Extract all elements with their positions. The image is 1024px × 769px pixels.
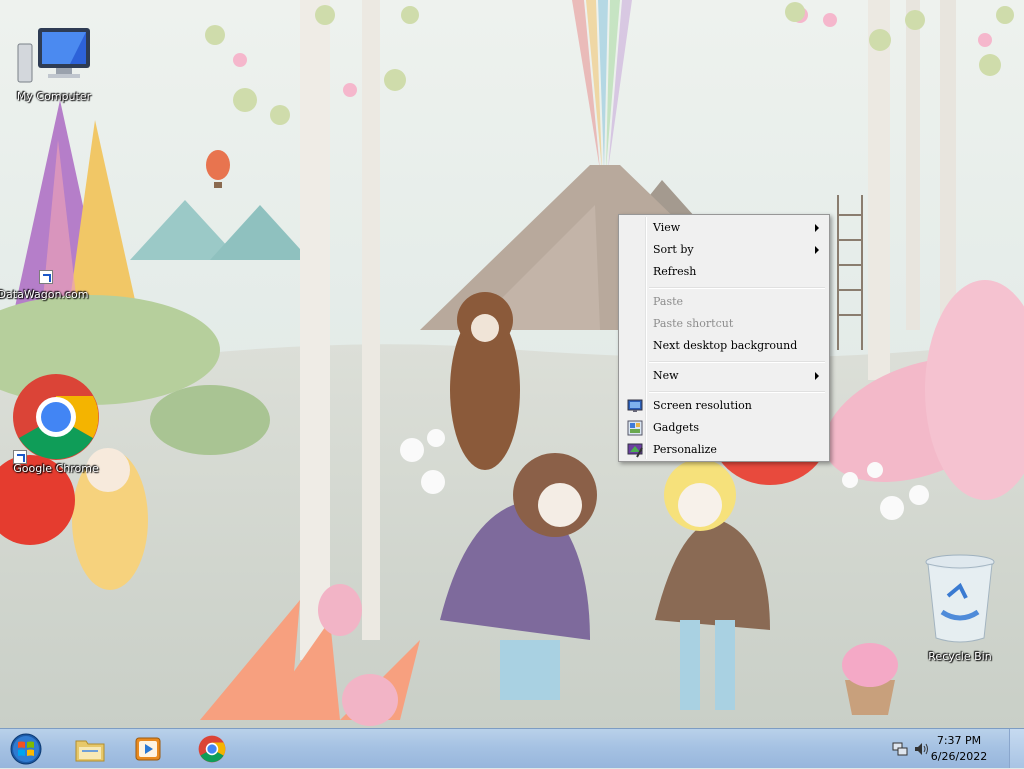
display-icon (627, 398, 643, 414)
desktop-icon-label: My Computer (16, 90, 92, 103)
menu-item-label: Paste shortcut (653, 317, 734, 330)
start-button[interactable] (6, 732, 46, 766)
network-icon[interactable] (892, 741, 908, 760)
menu-item-new[interactable]: New (621, 365, 827, 387)
chrome-icon (11, 372, 101, 464)
shortcut-icon (27, 262, 59, 286)
menu-separator (649, 287, 825, 289)
personalize-icon (627, 442, 643, 458)
folder-icon (74, 735, 106, 766)
menu-separator (649, 361, 825, 363)
desktop-icon-label: Recycle Bin (928, 650, 992, 663)
menu-item-paste[interactable]: Paste (621, 291, 827, 313)
desktop-wallpaper (0, 0, 1024, 728)
desktop-icon-label: DataWagon.com (0, 288, 89, 301)
taskbar-media-player[interactable] (122, 732, 174, 766)
clock-time[interactable]: 7:37 PM (924, 734, 994, 747)
taskbar-windows-explorer[interactable] (64, 732, 116, 766)
clock-date[interactable]: 6/26/2022 (924, 750, 994, 763)
gadgets-icon (627, 420, 643, 436)
menu-item-paste-shortcut[interactable]: Paste shortcut (621, 313, 827, 335)
desktop-context-menu: View Sort by Refresh Paste Paste shortcu… (618, 214, 830, 462)
submenu-arrow-icon (815, 372, 819, 380)
menu-item-label: Sort by (653, 243, 694, 256)
menu-item-gadgets[interactable]: Gadgets (621, 417, 827, 439)
taskbar-google-chrome[interactable] (186, 732, 238, 766)
menu-item-personalize[interactable]: Personalize (621, 439, 827, 461)
menu-item-refresh[interactable]: Refresh (621, 261, 827, 283)
menu-item-label: Refresh (653, 265, 697, 278)
menu-item-label: Next desktop background (653, 339, 798, 352)
chrome-icon (198, 735, 226, 766)
recycle-bin-icon (922, 552, 998, 646)
menu-item-label: Personalize (653, 443, 717, 456)
submenu-arrow-icon (815, 224, 819, 232)
show-desktop-button[interactable] (1009, 729, 1024, 768)
menu-item-label: Paste (653, 295, 684, 308)
menu-item-label: Gadgets (653, 421, 700, 434)
menu-item-screen-resolution[interactable]: Screen resolution (621, 395, 827, 417)
menu-item-label: New (653, 369, 679, 382)
menu-item-view[interactable]: View (621, 217, 827, 239)
menu-item-label: Screen resolution (653, 399, 752, 412)
submenu-arrow-icon (815, 246, 819, 254)
desktop-icon-datawagon[interactable]: DataWagon.com (0, 262, 91, 301)
media-player-icon (134, 736, 162, 765)
menu-item-sort-by[interactable]: Sort by (621, 239, 827, 261)
menu-separator (649, 391, 825, 393)
menu-item-label: View (653, 221, 681, 234)
desktop-icon-google-chrome[interactable]: Google Chrome (8, 372, 104, 475)
menu-item-next-desktop-background[interactable]: Next desktop background (621, 335, 827, 357)
system-tray: 7:37 PM 6/26/2022 (884, 729, 1024, 769)
desktop-icon-my-computer[interactable]: My Computer (6, 22, 102, 103)
computer-icon (14, 22, 94, 88)
desktop-icon-recycle-bin[interactable]: Recycle Bin (912, 552, 1008, 663)
taskbar: 7:37 PM 6/26/2022 (0, 728, 1024, 768)
